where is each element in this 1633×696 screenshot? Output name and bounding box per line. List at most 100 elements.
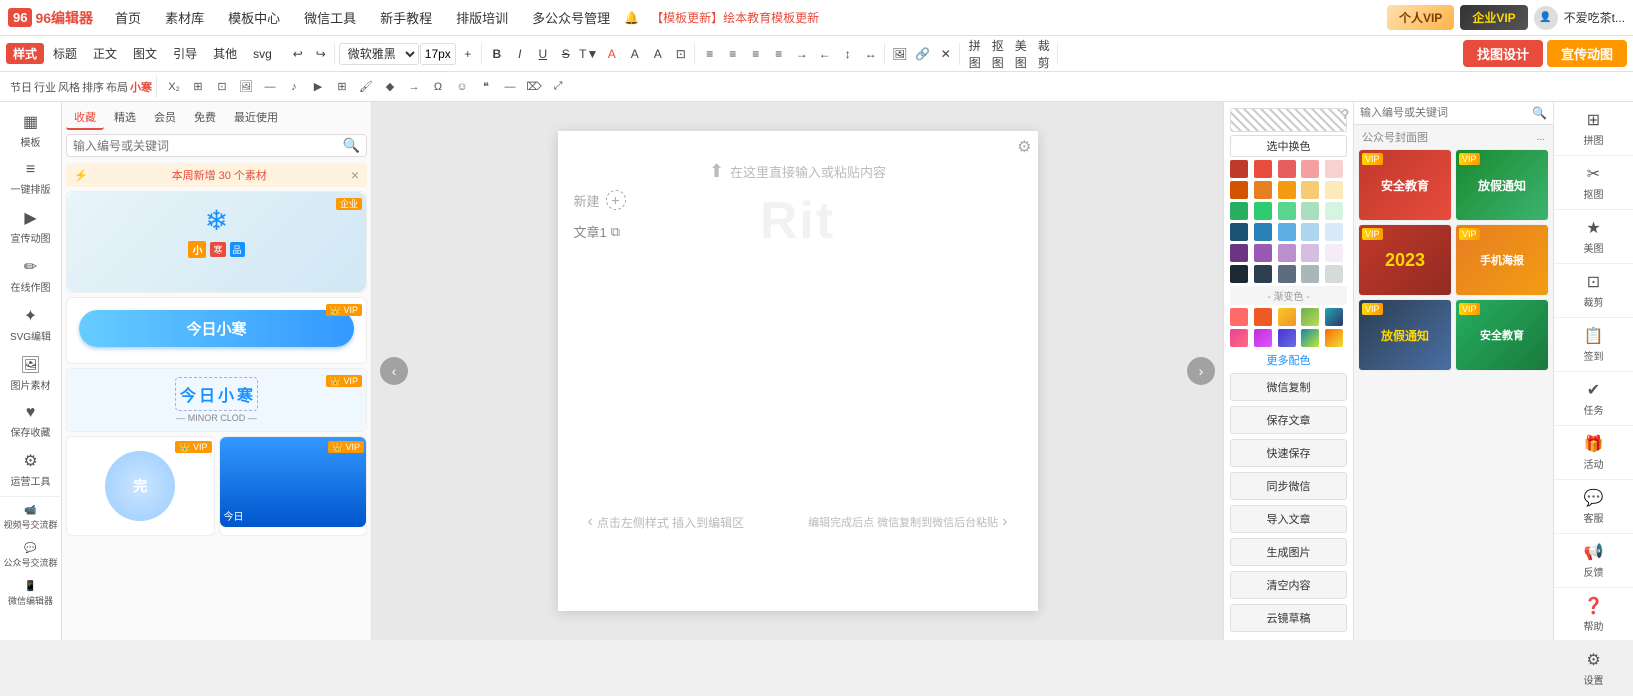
- color-cell[interactable]: [1301, 244, 1319, 262]
- frp-card-5[interactable]: VIP 放假通知: [1358, 299, 1452, 371]
- nav-wechat-tools[interactable]: 微信工具: [294, 4, 366, 31]
- align-left-button[interactable]: ≡: [699, 43, 721, 65]
- new-banner-close[interactable]: ×: [351, 167, 359, 183]
- underline-button[interactable]: U: [532, 43, 554, 65]
- tab-member[interactable]: 会员: [146, 106, 184, 130]
- color-cell[interactable]: [1254, 202, 1272, 220]
- color-cell[interactable]: [1301, 181, 1319, 199]
- ra-activity[interactable]: 🎁 活动: [1554, 426, 1633, 480]
- sub-btn-4[interactable]: 排序: [82, 76, 104, 98]
- nav-home[interactable]: 首页: [105, 4, 151, 31]
- tab-biaoti[interactable]: 标题: [46, 43, 84, 64]
- left-item-oneclick[interactable]: ≡ 一键排版: [0, 155, 61, 202]
- ra-kouto[interactable]: ✂ 抠图: [1554, 156, 1633, 210]
- frp-more-button[interactable]: ...: [1537, 132, 1545, 143]
- icon-arrow2[interactable]: →: [403, 76, 425, 98]
- color-cell[interactable]: [1254, 181, 1272, 199]
- left-item-template[interactable]: ▦ 模板: [0, 106, 61, 155]
- generate-image-button[interactable]: 生成图片: [1230, 538, 1347, 566]
- color-cell[interactable]: [1254, 244, 1272, 262]
- more-text-format[interactable]: T▼: [578, 43, 600, 65]
- icon-emoji[interactable]: ☺: [451, 76, 473, 98]
- import-article-button[interactable]: 导入文章: [1230, 505, 1347, 533]
- ra-service[interactable]: 💬 客服: [1554, 480, 1633, 534]
- nav-update-text[interactable]: 【模板更新】绘本教育模板更新: [651, 9, 819, 26]
- left-item-wechat-group[interactable]: 💬 公众号交流群: [0, 537, 61, 575]
- link-button[interactable]: 🔗: [912, 43, 934, 65]
- left-item-favorites[interactable]: ♥ 保存收藏: [0, 398, 61, 445]
- color-cell[interactable]: [1301, 202, 1319, 220]
- color-pattern-swatch[interactable]: [1230, 108, 1347, 132]
- color-cell[interactable]: [1278, 160, 1296, 178]
- left-item-image[interactable]: 🖼 图片素材: [0, 349, 61, 398]
- color-cell[interactable]: [1254, 223, 1272, 241]
- tab-yindao[interactable]: 引导: [166, 43, 204, 64]
- sub-btn-1[interactable]: 节日: [10, 76, 32, 98]
- canvas-nav-left[interactable]: ‹: [380, 357, 408, 385]
- indent-button[interactable]: →: [791, 43, 813, 65]
- icon-shape[interactable]: ◆: [379, 76, 401, 98]
- personal-vip-button[interactable]: 个人VIP: [1387, 5, 1454, 30]
- font-size-input[interactable]: [420, 43, 456, 65]
- color-cell[interactable]: [1325, 265, 1343, 283]
- line-height-button[interactable]: ↕: [837, 43, 859, 65]
- canvas-document[interactable]: ⚙ ⬆ 在这里直接输入或粘贴内容 新建 + 文章1 ⧉ Rit ‹: [558, 131, 1038, 611]
- left-item-video-group[interactable]: 📹 视频号交流群: [0, 499, 61, 537]
- template-card-xiaoshu-chars[interactable]: 👑 VIP 今 日 小 寒 — MINOR CLOD —: [66, 368, 367, 432]
- save-article-button[interactable]: 保存文章: [1230, 406, 1347, 434]
- color-cell[interactable]: [1230, 160, 1248, 178]
- canvas-doc-copy-icon[interactable]: ⧉: [611, 224, 620, 240]
- color-cell[interactable]: [1230, 223, 1248, 241]
- tab-free[interactable]: 免费: [186, 106, 224, 130]
- color-cell[interactable]: [1230, 265, 1248, 283]
- icon-brush[interactable]: 🖌: [355, 76, 377, 98]
- ra-help[interactable]: ❓ 帮助: [1554, 588, 1633, 642]
- ra-meitu[interactable]: ★ 美图: [1554, 210, 1633, 264]
- font-size-plus-button[interactable]: +: [457, 43, 479, 65]
- italic-button[interactable]: I: [509, 43, 531, 65]
- canvas-nav-right[interactable]: ›: [1187, 357, 1215, 385]
- nav-templates[interactable]: 模板中心: [218, 4, 290, 31]
- ra-qiandao[interactable]: 📋 签到: [1554, 318, 1633, 372]
- ra-caijian[interactable]: ⊡ 裁剪: [1554, 264, 1633, 318]
- gradient-cell[interactable]: [1278, 308, 1296, 326]
- nav-beginner[interactable]: 新手教程: [370, 4, 442, 31]
- color-selected-label[interactable]: 选中换色: [1230, 135, 1347, 157]
- color-cell[interactable]: [1278, 244, 1296, 262]
- close-format-button[interactable]: ✕: [935, 43, 957, 65]
- color-cell[interactable]: [1278, 202, 1296, 220]
- sub-btn-xiaoshu[interactable]: 小寒: [130, 76, 152, 98]
- color-cell[interactable]: [1278, 223, 1296, 241]
- color-cell[interactable]: [1301, 223, 1319, 241]
- cloud-draft-button[interactable]: 云镜草稿: [1230, 604, 1347, 632]
- canvas-add-button[interactable]: +: [606, 190, 626, 210]
- quick-save-button[interactable]: 快速保存: [1230, 439, 1347, 467]
- frp-card-4[interactable]: VIP 手机海报: [1455, 224, 1549, 296]
- style-tab-active[interactable]: 样式: [6, 43, 44, 64]
- template-card-blue[interactable]: 👑 VIP 今日: [219, 436, 368, 536]
- gradient-cell[interactable]: [1325, 329, 1343, 347]
- more-colors-button[interactable]: 更多配色: [1230, 350, 1347, 370]
- bold-button[interactable]: B: [486, 43, 508, 65]
- icon-video[interactable]: ▶: [307, 76, 329, 98]
- promo-button[interactable]: 宣传动图: [1547, 40, 1627, 67]
- gradient-cell[interactable]: [1230, 329, 1248, 347]
- gradient-cell[interactable]: [1301, 308, 1319, 326]
- color-cell[interactable]: [1230, 202, 1248, 220]
- frp-card-2[interactable]: VIP 放假通知: [1455, 149, 1549, 221]
- sync-wechat-button[interactable]: 同步微信: [1230, 472, 1347, 500]
- frp-card-1[interactable]: VIP 安全教育: [1358, 149, 1452, 221]
- bg-color-format[interactable]: A: [624, 43, 646, 65]
- font-family-select[interactable]: 微软雅黑: [339, 43, 419, 65]
- meitu-button[interactable]: 美图: [1010, 43, 1032, 65]
- icon-table[interactable]: ⊡: [211, 76, 233, 98]
- color-cell[interactable]: [1301, 265, 1319, 283]
- color-cell[interactable]: [1325, 202, 1343, 220]
- icon-omega[interactable]: Ω: [427, 76, 449, 98]
- gradient-cell[interactable]: [1254, 329, 1272, 347]
- color-help-icon[interactable]: ?: [1341, 106, 1349, 122]
- gradient-cell[interactable]: [1325, 308, 1343, 326]
- left-item-wechat-editor[interactable]: 📱 微信编辑器: [0, 575, 61, 613]
- letter-spacing-button[interactable]: ↔: [860, 43, 882, 65]
- template-card-xiaoshu-main[interactable]: 企业 ❄ 小 寒 品: [66, 191, 367, 293]
